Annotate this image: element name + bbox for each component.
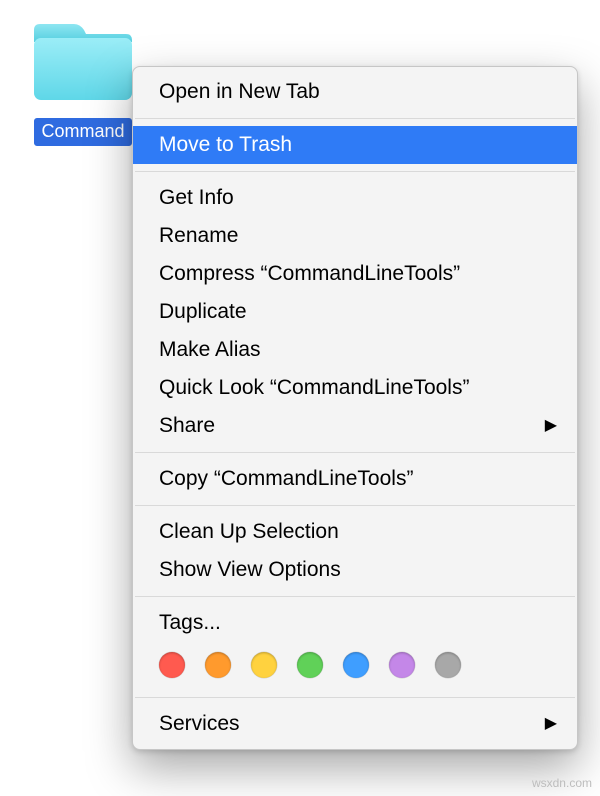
watermark: wsxdn.com: [532, 776, 592, 790]
menu-item-label: Tags...: [159, 609, 221, 637]
tag-color-row: [133, 642, 577, 690]
menu-separator: [135, 697, 575, 698]
menu-item-label: Clean Up Selection: [159, 518, 339, 546]
tag-yellow[interactable]: [251, 652, 277, 678]
folder-item[interactable]: Command: [18, 16, 148, 152]
menu-item-label: Quick Look “CommandLineTools”: [159, 374, 469, 402]
menu-item-make-alias[interactable]: Make Alias: [133, 331, 577, 369]
menu-item-compress[interactable]: Compress “CommandLineTools”: [133, 255, 577, 293]
folder-icon: [28, 16, 138, 112]
tag-red[interactable]: [159, 652, 185, 678]
menu-item-copy[interactable]: Copy “CommandLineTools”: [133, 460, 577, 498]
menu-separator: [135, 505, 575, 506]
chevron-right-icon: ▶: [545, 412, 557, 440]
tag-blue[interactable]: [343, 652, 369, 678]
menu-item-move-to-trash[interactable]: Move to Trash: [133, 126, 577, 164]
folder-label: Command: [34, 118, 131, 146]
menu-item-label: Copy “CommandLineTools”: [159, 465, 413, 493]
menu-separator: [135, 171, 575, 172]
menu-item-label: Duplicate: [159, 298, 247, 326]
menu-item-services[interactable]: Services ▶: [133, 705, 577, 743]
tag-gray[interactable]: [435, 652, 461, 678]
chevron-right-icon: ▶: [545, 710, 557, 738]
menu-item-label: Show View Options: [159, 556, 341, 584]
menu-item-view-options[interactable]: Show View Options: [133, 551, 577, 589]
menu-separator: [135, 118, 575, 119]
menu-item-clean-up[interactable]: Clean Up Selection: [133, 513, 577, 551]
menu-item-label: Share: [159, 412, 215, 440]
menu-item-get-info[interactable]: Get Info: [133, 179, 577, 217]
menu-item-share[interactable]: Share ▶: [133, 407, 577, 445]
menu-item-label: Services: [159, 710, 240, 738]
tag-green[interactable]: [297, 652, 323, 678]
tag-orange[interactable]: [205, 652, 231, 678]
menu-item-label: Get Info: [159, 184, 234, 212]
menu-item-label: Open in New Tab: [159, 78, 320, 106]
menu-item-label: Make Alias: [159, 336, 261, 364]
menu-item-open-new-tab[interactable]: Open in New Tab: [133, 73, 577, 111]
menu-item-label: Move to Trash: [159, 131, 292, 159]
menu-item-label: Rename: [159, 222, 238, 250]
menu-item-rename[interactable]: Rename: [133, 217, 577, 255]
menu-separator: [135, 452, 575, 453]
menu-item-quick-look[interactable]: Quick Look “CommandLineTools”: [133, 369, 577, 407]
menu-separator: [135, 596, 575, 597]
menu-item-label: Compress “CommandLineTools”: [159, 260, 460, 288]
context-menu: Open in New Tab Move to Trash Get Info R…: [132, 66, 578, 750]
menu-item-tags[interactable]: Tags...: [133, 604, 577, 642]
menu-item-duplicate[interactable]: Duplicate: [133, 293, 577, 331]
tag-purple[interactable]: [389, 652, 415, 678]
